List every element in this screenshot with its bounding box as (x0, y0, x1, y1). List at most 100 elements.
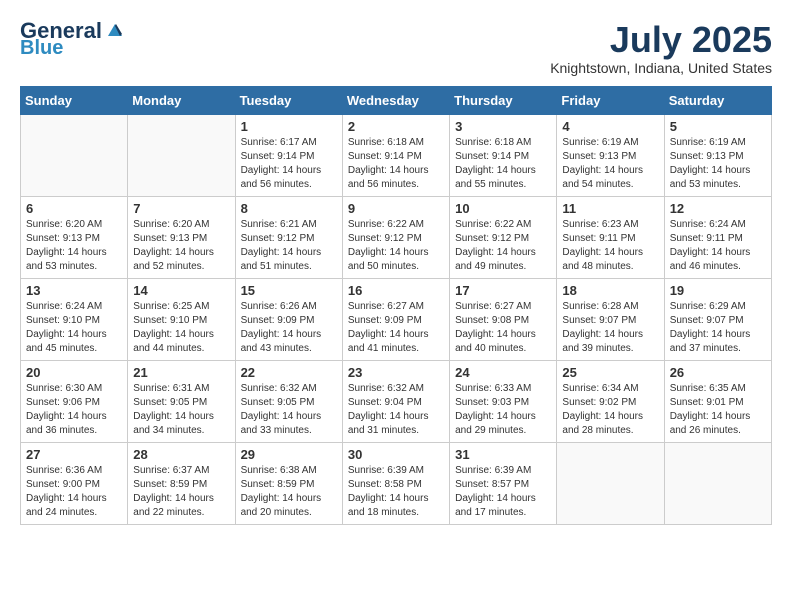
day-number: 7 (133, 201, 229, 216)
calendar-cell: 16 Sunrise: 6:27 AMSunset: 9:09 PMDayligh… (342, 278, 449, 360)
day-number: 13 (26, 283, 122, 298)
day-info: Sunrise: 6:31 AMSunset: 9:05 PMDaylight:… (133, 382, 229, 438)
calendar-cell (664, 442, 771, 524)
calendar-cell: 27Sunrise: 6:36 AMSunset: 9:00 PMDayligh… (21, 442, 128, 524)
calendar-cell: 5 Sunrise: 6:19 AMSunset: 9:13 PMDaylight… (664, 114, 771, 196)
day-info: Sunrise: 6:19 AMSunset: 9:13 PMDaylight:… (670, 136, 766, 192)
calendar-cell: 28 Sunrise: 6:37 AMSunset: 8:59 PMDayligh… (128, 442, 235, 524)
day-number: 23 (348, 365, 444, 380)
day-info: Sunrise: 6:33 AMSunset: 9:03 PMDaylight:… (455, 382, 551, 438)
day-info: Sunrise: 6:24 AMSunset: 9:10 PMDaylight:… (26, 300, 122, 356)
calendar-cell: 24 Sunrise: 6:33 AMSunset: 9:03 PMDayligh… (450, 360, 557, 442)
day-header-wednesday: Wednesday (342, 86, 449, 114)
day-number: 19 (670, 283, 766, 298)
day-info: Sunrise: 6:25 AMSunset: 9:10 PMDaylight:… (133, 300, 229, 356)
day-number: 12 (670, 201, 766, 216)
logo-blue: Blue (20, 38, 63, 58)
day-info: Sunrise: 6:36 AMSunset: 9:00 PMDaylight:… (26, 464, 122, 520)
day-number: 8 (241, 201, 337, 216)
day-info: Sunrise: 6:18 AMSunset: 9:14 PMDaylight:… (348, 136, 444, 192)
day-info: Sunrise: 6:35 AMSunset: 9:01 PMDaylight:… (670, 382, 766, 438)
calendar-cell: 20 Sunrise: 6:30 AMSunset: 9:06 PMDayligh… (21, 360, 128, 442)
calendar-cell: 8 Sunrise: 6:21 AMSunset: 9:12 PMDaylight… (235, 196, 342, 278)
day-number: 9 (348, 201, 444, 216)
day-info: Sunrise: 6:22 AMSunset: 9:12 PMDaylight:… (455, 218, 551, 274)
day-number: 14 (133, 283, 229, 298)
day-number: 30 (348, 447, 444, 462)
calendar-cell: 13 Sunrise: 6:24 AMSunset: 9:10 PMDayligh… (21, 278, 128, 360)
day-info: Sunrise: 6:28 AMSunset: 9:07 PMDaylight:… (562, 300, 658, 356)
day-number: 29 (241, 447, 337, 462)
logo-icon (104, 18, 126, 40)
day-info: Sunrise: 6:19 AMSunset: 9:13 PMDaylight:… (562, 136, 658, 192)
day-info: Sunrise: 6:39 AMSunset: 8:58 PMDaylight:… (348, 464, 444, 520)
day-info: Sunrise: 6:32 AMSunset: 9:04 PMDaylight:… (348, 382, 444, 438)
day-header-sunday: Sunday (21, 86, 128, 114)
calendar-cell: 17Sunrise: 6:27 AMSunset: 9:08 PMDayligh… (450, 278, 557, 360)
day-number: 26 (670, 365, 766, 380)
calendar-cell (21, 114, 128, 196)
day-number: 11 (562, 201, 658, 216)
day-number: 3 (455, 119, 551, 134)
calendar-cell: 31Sunrise: 6:39 AMSunset: 8:57 PMDayligh… (450, 442, 557, 524)
calendar-cell: 3 Sunrise: 6:18 AMSunset: 9:14 PMDaylight… (450, 114, 557, 196)
calendar-cell: 18 Sunrise: 6:28 AMSunset: 9:07 PMDayligh… (557, 278, 664, 360)
day-number: 18 (562, 283, 658, 298)
calendar-cell: 26 Sunrise: 6:35 AMSunset: 9:01 PMDayligh… (664, 360, 771, 442)
calendar-cell (128, 114, 235, 196)
day-header-monday: Monday (128, 86, 235, 114)
day-info: Sunrise: 6:23 AMSunset: 9:11 PMDaylight:… (562, 218, 658, 274)
calendar-cell: 15 Sunrise: 6:26 AMSunset: 9:09 PMDayligh… (235, 278, 342, 360)
day-header-tuesday: Tuesday (235, 86, 342, 114)
day-info: Sunrise: 6:18 AMSunset: 9:14 PMDaylight:… (455, 136, 551, 192)
day-info: Sunrise: 6:17 AMSunset: 9:14 PMDaylight:… (241, 136, 337, 192)
calendar-cell: 25 Sunrise: 6:34 AMSunset: 9:02 PMDayligh… (557, 360, 664, 442)
day-number: 1 (241, 119, 337, 134)
day-info: Sunrise: 6:24 AMSunset: 9:11 PMDaylight:… (670, 218, 766, 274)
day-number: 15 (241, 283, 337, 298)
calendar-cell: 23 Sunrise: 6:32 AMSunset: 9:04 PMDayligh… (342, 360, 449, 442)
day-number: 28 (133, 447, 229, 462)
day-header-saturday: Saturday (664, 86, 771, 114)
day-info: Sunrise: 6:26 AMSunset: 9:09 PMDaylight:… (241, 300, 337, 356)
day-number: 21 (133, 365, 229, 380)
title-section: July 2025 Knightstown, Indiana, United S… (550, 20, 772, 76)
calendar-cell: 7Sunrise: 6:20 AMSunset: 9:13 PMDaylight… (128, 196, 235, 278)
day-info: Sunrise: 6:39 AMSunset: 8:57 PMDaylight:… (455, 464, 551, 520)
day-info: Sunrise: 6:37 AMSunset: 8:59 PMDaylight:… (133, 464, 229, 520)
calendar-cell: 19Sunrise: 6:29 AMSunset: 9:07 PMDayligh… (664, 278, 771, 360)
day-info: Sunrise: 6:22 AMSunset: 9:12 PMDaylight:… (348, 218, 444, 274)
calendar-cell: 4Sunrise: 6:19 AMSunset: 9:13 PMDaylight… (557, 114, 664, 196)
calendar-cell: 22Sunrise: 6:32 AMSunset: 9:05 PMDayligh… (235, 360, 342, 442)
calendar-cell: 12 Sunrise: 6:24 AMSunset: 9:11 PMDayligh… (664, 196, 771, 278)
day-number: 6 (26, 201, 122, 216)
page-header: General Blue July 2025 Knightstown, Indi… (20, 20, 772, 76)
location: Knightstown, Indiana, United States (550, 60, 772, 76)
day-number: 24 (455, 365, 551, 380)
day-info: Sunrise: 6:30 AMSunset: 9:06 PMDaylight:… (26, 382, 122, 438)
day-info: Sunrise: 6:34 AMSunset: 9:02 PMDaylight:… (562, 382, 658, 438)
day-info: Sunrise: 6:27 AMSunset: 9:08 PMDaylight:… (455, 300, 551, 356)
calendar-cell (557, 442, 664, 524)
day-number: 22 (241, 365, 337, 380)
calendar-cell: 14 Sunrise: 6:25 AMSunset: 9:10 PMDayligh… (128, 278, 235, 360)
calendar-cell: 29 Sunrise: 6:38 AMSunset: 8:59 PMDayligh… (235, 442, 342, 524)
day-header-thursday: Thursday (450, 86, 557, 114)
day-number: 5 (670, 119, 766, 134)
day-info: Sunrise: 6:27 AMSunset: 9:09 PMDaylight:… (348, 300, 444, 356)
day-header-friday: Friday (557, 86, 664, 114)
calendar-cell: 9 Sunrise: 6:22 AMSunset: 9:12 PMDaylight… (342, 196, 449, 278)
day-info: Sunrise: 6:21 AMSunset: 9:12 PMDaylight:… (241, 218, 337, 274)
day-info: Sunrise: 6:38 AMSunset: 8:59 PMDaylight:… (241, 464, 337, 520)
day-number: 16 (348, 283, 444, 298)
month-title: July 2025 (550, 20, 772, 60)
day-info: Sunrise: 6:20 AMSunset: 9:13 PMDaylight:… (26, 218, 122, 274)
calendar-cell: 2Sunrise: 6:18 AMSunset: 9:14 PMDaylight… (342, 114, 449, 196)
calendar-cell: 11 Sunrise: 6:23 AMSunset: 9:11 PMDayligh… (557, 196, 664, 278)
day-number: 10 (455, 201, 551, 216)
calendar-header: SundayMondayTuesdayWednesdayThursdayFrid… (21, 86, 772, 114)
day-number: 25 (562, 365, 658, 380)
calendar: SundayMondayTuesdayWednesdayThursdayFrid… (20, 86, 772, 525)
day-number: 20 (26, 365, 122, 380)
calendar-cell: 21 Sunrise: 6:31 AMSunset: 9:05 PMDayligh… (128, 360, 235, 442)
